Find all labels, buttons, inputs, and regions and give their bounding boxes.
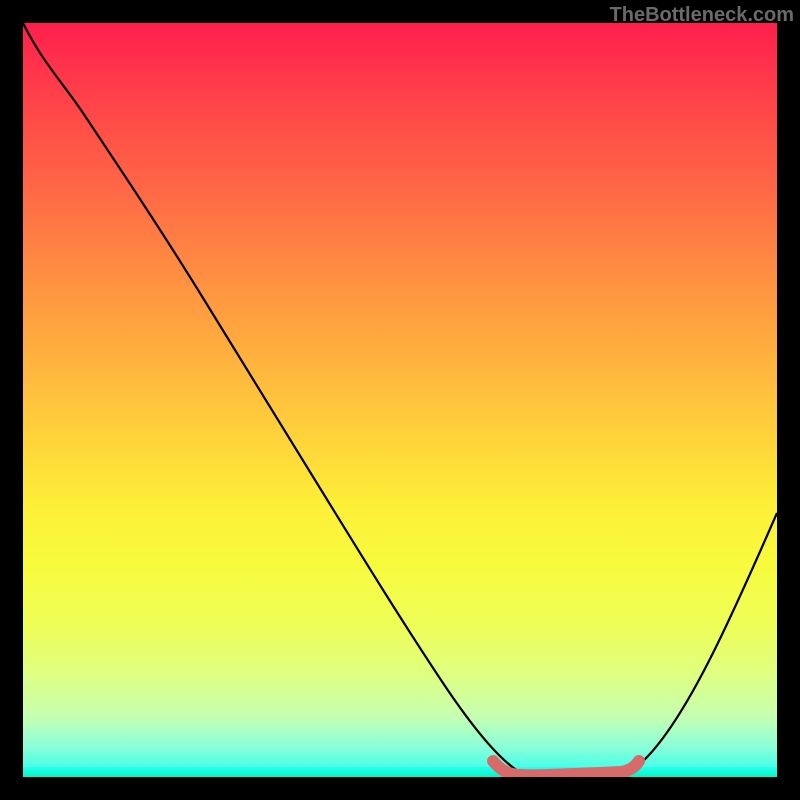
line-chart-svg — [23, 23, 777, 777]
chart-container: TheBottleneck.com — [0, 0, 800, 800]
bottleneck-curve-path — [23, 23, 777, 775]
watermark-text: TheBottleneck.com — [610, 4, 794, 27]
